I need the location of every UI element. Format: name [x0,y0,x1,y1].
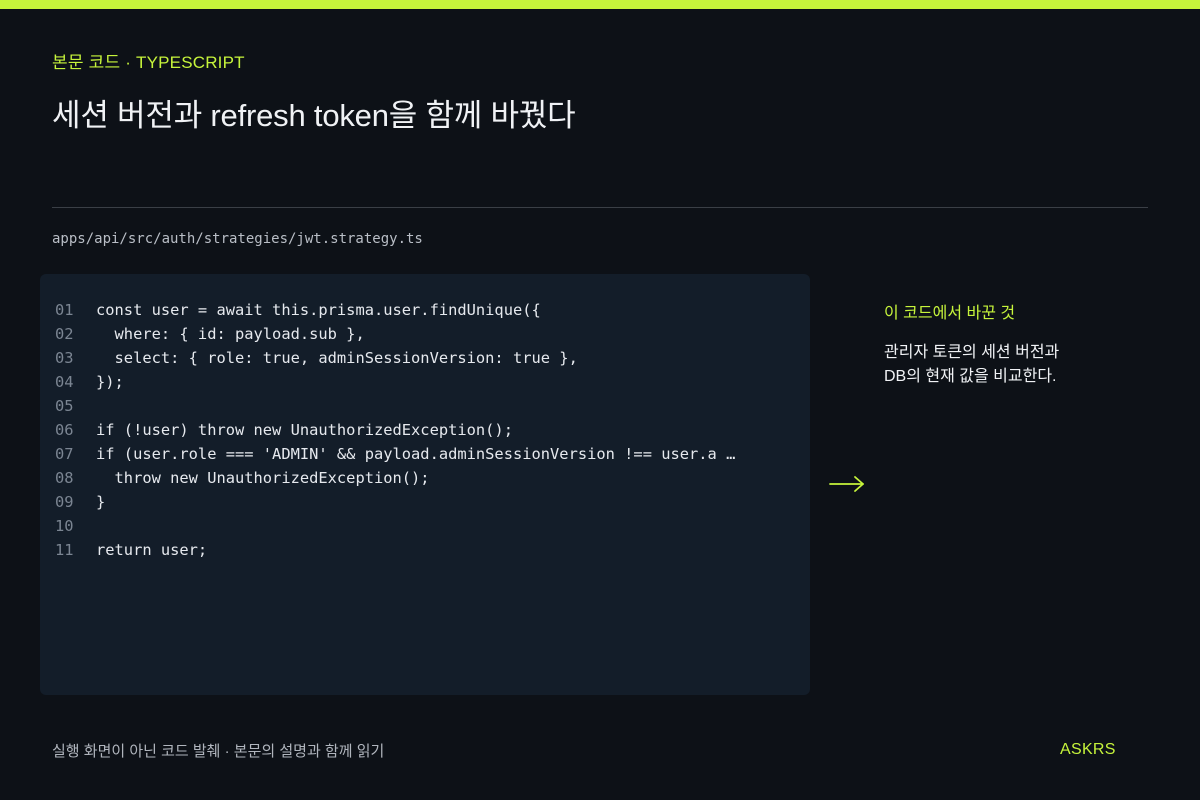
line-number: 11 [55,541,74,559]
code-line: 06 if (!user) throw new UnauthorizedExcep… [55,418,735,442]
annotation-body: 관리자 토큰의 세션 버전과 DB의 현재 값을 비교한다. [884,341,1144,389]
code-text: }); [96,373,124,391]
code-text: where: { id: payload.sub }, [96,325,365,343]
code-line: 11 return user; [55,538,735,562]
arrow-right-icon [829,476,864,492]
line-number: 10 [55,517,74,535]
code-line: 08 throw new UnauthorizedException(); [55,466,735,490]
line-number: 06 [55,421,74,439]
line-number: 05 [55,397,74,415]
code-line: 02 where: { id: payload.sub }, [55,322,735,346]
footer-caption: 실행 화면이 아닌 코드 발췌 · 본문의 설명과 함께 읽기 [52,743,385,760]
code-line: 03 select: { role: true, adminSessionVer… [55,346,735,370]
line-number: 01 [55,301,74,319]
line-number: 09 [55,493,74,511]
annotation-body-line: 관리자 토큰의 세션 버전과 [884,344,1060,361]
code-text: } [96,493,106,511]
section-eyebrow: 본문 코드 · TYPESCRIPT [52,53,245,72]
code-line: 04}); [55,370,735,394]
code-text: select: { role: true, adminSessionVersio… [96,349,578,367]
code-text: const user = await this.prisma.user.find… [96,301,541,319]
file-path: apps/api/src/auth/strategies/jwt.strateg… [52,231,423,247]
code-text: if (user.role === 'ADMIN' && payload.adm… [96,445,736,463]
annotation-title: 이 코드에서 바꾼 것 [884,305,1016,322]
code-lines: 01 const user = await this.prisma.user.fi… [55,298,735,562]
line-number: 02 [55,325,74,343]
line-number: 07 [55,445,74,463]
code-text: throw new UnauthorizedException(); [96,469,430,487]
code-panel: 01 const user = await this.prisma.user.fi… [40,274,810,695]
code-text: if (!user) throw new UnauthorizedExcepti… [96,421,513,439]
line-number: 04 [55,373,74,391]
header-divider [52,207,1148,208]
code-text: return user; [96,541,208,559]
code-line: 05 [55,394,735,418]
line-number: 08 [55,469,74,487]
code-line: 07 if (user.role === 'ADMIN' && payload.a… [55,442,735,466]
brand-logo: ASKRS [1060,741,1116,758]
code-line: 01 const user = await this.prisma.user.fi… [55,298,735,322]
accent-top-bar [0,0,1200,9]
annotation-body-line: DB의 현재 값을 비교한다. [884,368,1057,385]
page-title: 세션 버전과 refresh token을 함께 바꿨다 [52,98,576,133]
line-number: 03 [55,349,74,367]
code-line: 10 [55,514,735,538]
code-line: 09} [55,490,735,514]
